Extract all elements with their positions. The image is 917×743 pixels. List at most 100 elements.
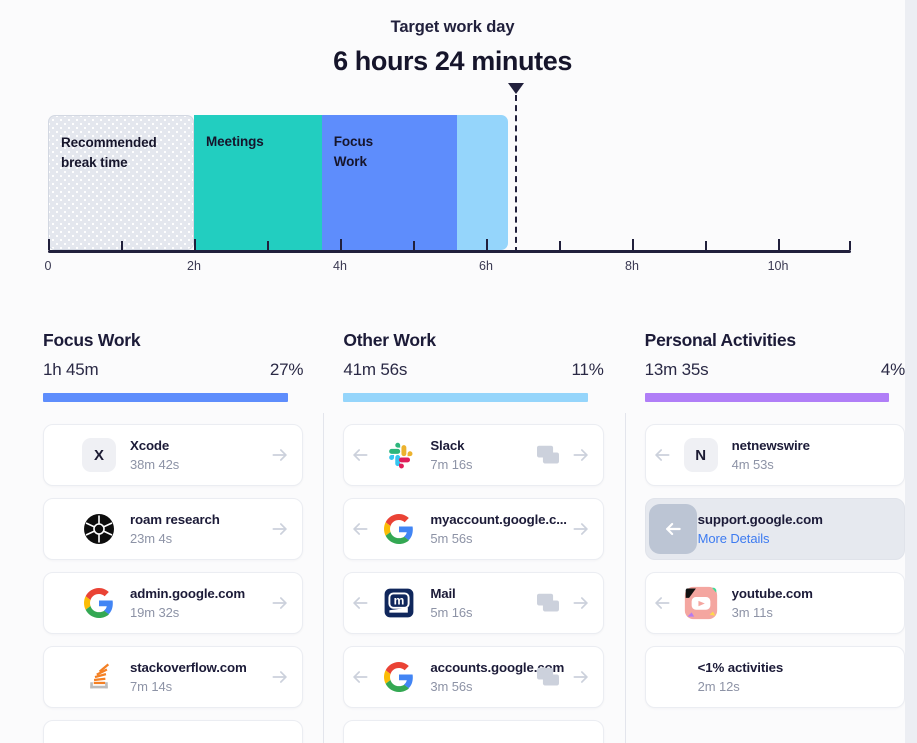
activity-text: Mail 5m 16s (430, 586, 472, 620)
activity-list: Nnetnewswire 4m 53s support.google.com More… (644, 424, 905, 708)
activity-duration: 7m 14s (130, 679, 173, 694)
activity-duration: 19m 32s (130, 605, 180, 620)
column-stats: 41m 56s 11% (343, 360, 604, 380)
activity-text: Slack 7m 16s (430, 438, 472, 472)
activity-name: support.google.com (697, 512, 823, 527)
activity-name: <1% activities (697, 660, 784, 675)
activity-card[interactable]: youtube.com 3m 11s (644, 572, 905, 634)
activity-name: roam research (130, 512, 220, 527)
activity-text: stackoverflow.com 7m 14s (130, 660, 247, 694)
axis-tick (705, 241, 707, 250)
axis-tick (194, 239, 196, 250)
activity-duration: 38m 42s (130, 457, 180, 472)
activity-name: youtube.com (731, 586, 813, 601)
axis-tick (486, 239, 488, 250)
google-icon (382, 512, 416, 546)
axis-tick-label: 2h (187, 259, 201, 273)
activity-card[interactable]: accounts.google.com 3m 56s (343, 646, 604, 708)
target-work-day-value: 6 hours 24 minutes (333, 46, 572, 76)
activity-duration: 5m 16s (430, 605, 473, 620)
activity-card[interactable]: myaccount.google.c... 5m 56s (343, 498, 604, 560)
stackoverflow-icon (82, 660, 116, 694)
timeline-segment-label: Focus Work (333, 134, 374, 169)
slack-icon (382, 438, 416, 472)
column-total-time: 1h 45m (43, 360, 99, 379)
activity-card[interactable]: roam research 23m 4s (43, 498, 304, 560)
axis-tick (778, 239, 780, 250)
arrow-right-icon[interactable] (270, 593, 290, 613)
activity-name: stackoverflow.com (130, 660, 247, 675)
chat-bubble-icon[interactable] (536, 445, 559, 465)
arrow-left-icon[interactable] (652, 593, 672, 613)
timeline-segment-2: Meetings (194, 115, 322, 250)
activity-card[interactable]: Nnetnewswire 4m 53s (644, 424, 905, 486)
activity-duration: 4m 53s (731, 457, 774, 472)
activity-duration: 3m 11s (731, 605, 773, 620)
more-details-link[interactable]: More Details (698, 531, 823, 546)
axis-tick-label: 4h (333, 259, 347, 273)
activity-card[interactable]: admin.google.com 19m 32s (43, 572, 304, 634)
activity-duration: 2m 12s (697, 679, 740, 694)
column-percent: 11% (571, 360, 604, 379)
arrow-right-icon[interactable] (270, 519, 290, 539)
chat-bubble-icon[interactable] (536, 593, 559, 613)
timeline-segment-3: Focus Work (321, 115, 457, 250)
arrow-left-icon[interactable] (350, 593, 370, 613)
target-marker-triangle (508, 83, 525, 94)
activity-text: support.google.com More Details (698, 512, 823, 546)
timeline-segment-1: Recommended break time (48, 115, 194, 250)
arrow-right-icon[interactable] (270, 445, 290, 465)
activity-card[interactable]: Slack 7m 16s (343, 424, 604, 486)
chat-bubble-icon[interactable] (536, 667, 559, 687)
column-stats: 1h 45m 27% (43, 360, 304, 380)
arrow-right-icon[interactable] (571, 445, 591, 465)
arrow-right-icon[interactable] (571, 667, 591, 687)
column-divider (323, 413, 325, 743)
activity-list: Slack 7m 16s myaccount.google.c... 5m 56s m M… (343, 424, 604, 743)
page-scrollbar[interactable] (905, 0, 917, 743)
activity-name: Mail (430, 586, 456, 601)
activity-name: myaccount.google.c... (430, 512, 567, 527)
activity-text: youtube.com 3m 11s (732, 586, 813, 620)
activity-text: netnewswire 4m 53s (732, 438, 810, 472)
activity-duration: 23m 4s (130, 531, 173, 546)
activity-card[interactable]: <1% activities 2m 12s (644, 646, 905, 708)
arrow-left-icon[interactable] (350, 667, 370, 687)
arrow-left-icon[interactable] (652, 445, 672, 465)
arrow-right-icon[interactable] (270, 667, 290, 687)
arrow-left-icon[interactable] (350, 519, 370, 539)
activity-card[interactable]: m Mail 5m 16s (343, 572, 604, 634)
arrow-left-icon[interactable] (648, 504, 697, 554)
column-total-time: 13m 35s (644, 360, 709, 379)
activity-card[interactable]: stackoverflow.com 7m 14s (43, 646, 304, 708)
timeline-segment-label: Meetings (206, 134, 264, 149)
arrow-right-icon[interactable] (571, 519, 591, 539)
activity-card-empty[interactable] (43, 720, 304, 743)
axis-tick (121, 241, 123, 250)
column-percent: 27% (269, 360, 304, 379)
arrow-left-icon[interactable] (350, 445, 370, 465)
column-progress-bar (343, 393, 589, 402)
activity-text: <1% activities 2m 12s (698, 660, 784, 694)
axis-tick-label: 6h (479, 259, 493, 273)
activity-duration: 5m 56s (430, 531, 473, 546)
activity-name: Slack (430, 438, 465, 453)
activity-duration: 7m 16s (430, 457, 473, 472)
activity-name: netnewswire (731, 438, 810, 453)
youtube-icon (684, 586, 718, 620)
axis-tick-label: 0 (44, 259, 52, 273)
activity-card[interactable]: support.google.com More Details (644, 498, 905, 560)
google-icon (82, 586, 116, 620)
mail-icon: m (382, 586, 416, 620)
activity-card[interactable]: X Xcode 38m 42s (43, 424, 304, 486)
activity-text: Xcode 38m 42s (130, 438, 179, 472)
xcode-icon: X (82, 438, 116, 472)
category-columns: Focus Work 1h 45m 27% X Xcode 38m 42s roam res… (0, 330, 905, 743)
activity-text: roam research 23m 4s (130, 512, 220, 546)
column-divider (624, 413, 626, 743)
activity-card-empty[interactable] (343, 720, 604, 743)
arrow-right-icon[interactable] (571, 593, 591, 613)
axis-tick (632, 239, 634, 250)
target-work-day-label: Target work day (390, 18, 515, 36)
axis-tick (559, 241, 561, 250)
